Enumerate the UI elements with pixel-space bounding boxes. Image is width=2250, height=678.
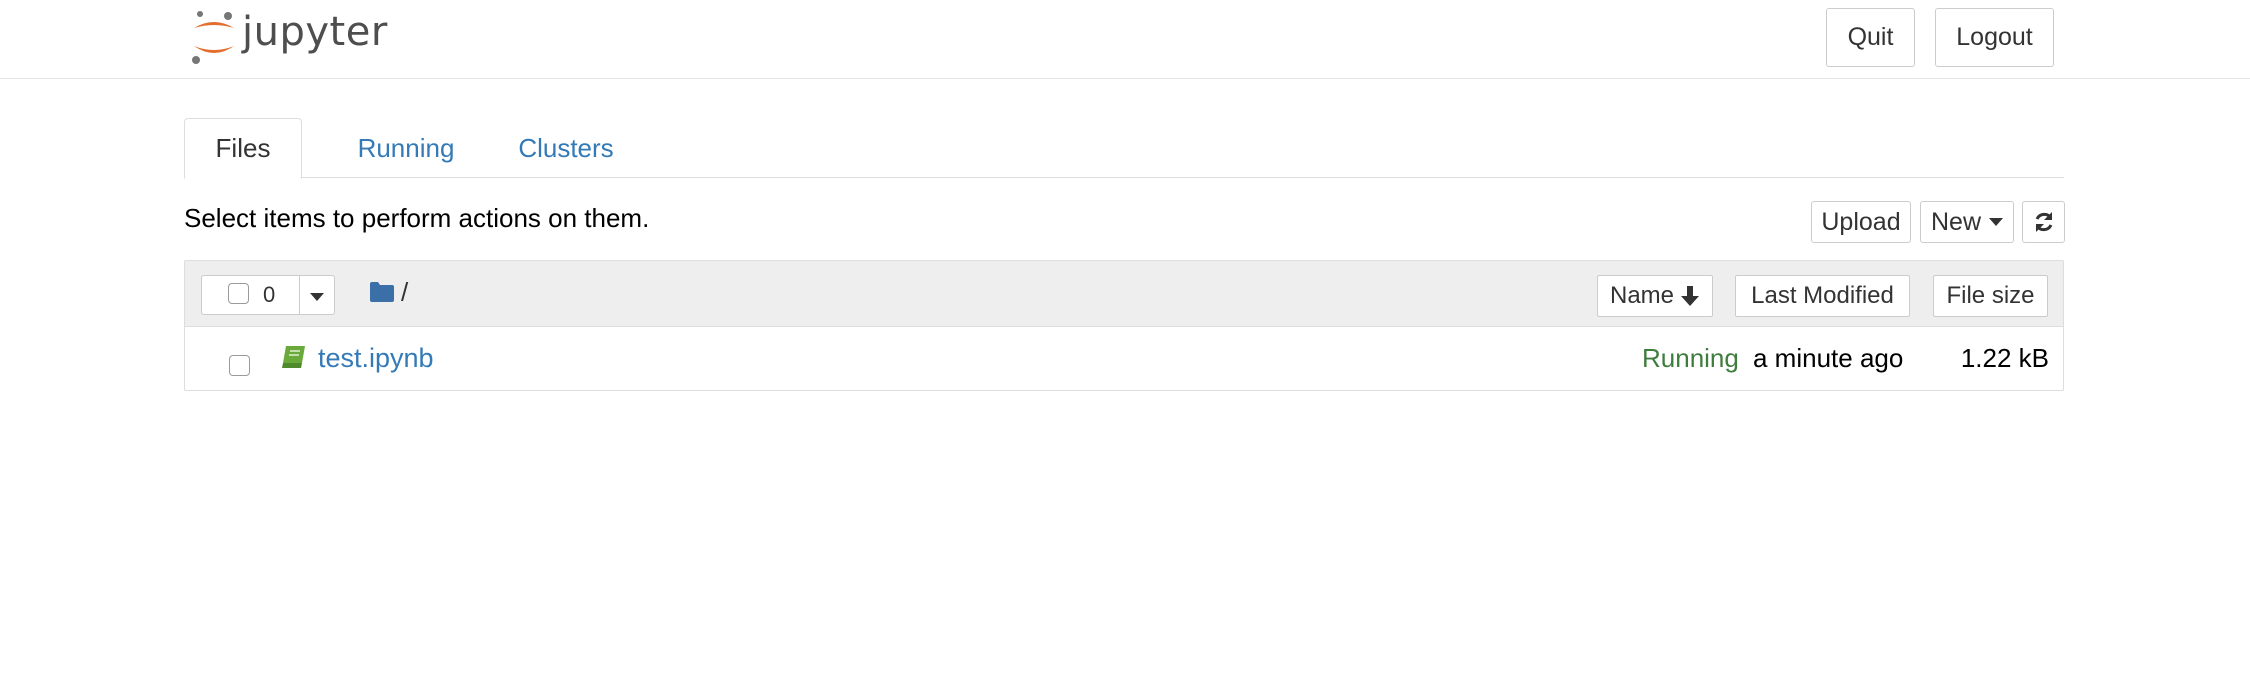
status-badge: Running xyxy=(1642,343,1739,373)
refresh-button[interactable] xyxy=(2022,201,2065,243)
caret-down-icon xyxy=(310,293,324,301)
logo-text: jupyter xyxy=(242,9,388,55)
upload-button[interactable]: Upload xyxy=(1811,201,1911,243)
tab-bar: Files Running Clusters xyxy=(184,118,2064,179)
new-button[interactable]: New xyxy=(1920,201,2014,243)
select-group: 0 xyxy=(201,275,335,315)
jupyter-logo-icon xyxy=(192,11,234,64)
jupyter-logo[interactable]: jupyter xyxy=(190,8,388,68)
file-size: 1.22 kB xyxy=(1960,343,2049,373)
quit-button[interactable]: Quit xyxy=(1826,8,1915,67)
sort-name-label: Name xyxy=(1609,282,1675,309)
caret-down-icon xyxy=(1989,218,2003,226)
list-item[interactable]: test.ipynb Running a minute ago 1.22 kB xyxy=(185,327,2063,391)
sort-size-button[interactable]: File size xyxy=(1933,275,2048,317)
header: jupyter Quit Logout xyxy=(0,0,2250,79)
select-all[interactable]: 0 xyxy=(202,276,300,314)
select-all-checkbox[interactable] xyxy=(228,282,249,304)
file-list-header: 0 / Name Last Modified File size xyxy=(185,261,2063,327)
sort-name-button[interactable]: Name xyxy=(1597,275,1713,317)
notebook-icon xyxy=(282,346,305,368)
tab-files[interactable]: Files xyxy=(184,118,302,179)
last-modified: a minute ago xyxy=(1753,343,1904,373)
tab-running[interactable]: Running xyxy=(321,118,491,178)
selected-count: 0 xyxy=(263,282,276,307)
sort-modified-button[interactable]: Last Modified xyxy=(1735,275,1910,317)
refresh-icon xyxy=(2035,212,2052,232)
item-checkbox[interactable] xyxy=(229,355,250,376)
tab-clusters[interactable]: Clusters xyxy=(491,118,641,178)
new-button-label: New xyxy=(1930,207,1981,236)
instructions-text: Select items to perform actions on them. xyxy=(184,203,650,233)
arrow-down-icon xyxy=(1681,286,1700,306)
breadcrumb[interactable]: / xyxy=(401,277,408,308)
file-name-link[interactable]: test.ipynb xyxy=(318,343,434,374)
folder-icon[interactable] xyxy=(369,281,395,303)
logout-button[interactable]: Logout xyxy=(1935,8,2054,67)
select-menu-toggle[interactable] xyxy=(300,276,334,314)
file-list: 0 / Name Last Modified File size test.ip… xyxy=(184,260,2064,391)
